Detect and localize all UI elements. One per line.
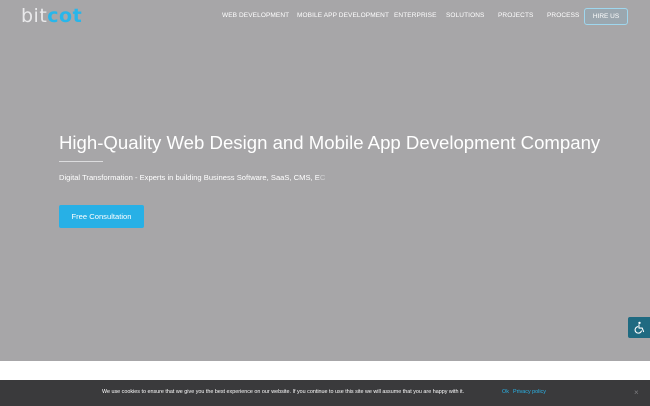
- nav-projects[interactable]: PROJECTS: [498, 12, 533, 19]
- wheelchair-icon: [634, 321, 644, 334]
- nav-web-development[interactable]: WEB DEVELOPMENT: [222, 12, 289, 19]
- close-icon[interactable]: ×: [634, 388, 639, 397]
- nav-mobile-app-development[interactable]: MOBILE APP DEVELOPMENT: [297, 12, 389, 19]
- top-navbar: bitcot WEB DEVELOPMENT MOBILE APP DEVELO…: [0, 0, 650, 34]
- subline-typing-fade: C: [319, 173, 326, 182]
- hero-headline: High-Quality Web Design and Mobile App D…: [59, 132, 601, 153]
- hero-section: bitcot WEB DEVELOPMENT MOBILE APP DEVELO…: [0, 0, 650, 361]
- nav-enterprise[interactable]: ENTERPRISE: [394, 12, 437, 19]
- cookie-consent-bar: We use cookies to ensure that we give yo…: [0, 380, 650, 406]
- cookie-ok-button[interactable]: Ok: [502, 389, 509, 395]
- cookie-message: We use cookies to ensure that we give yo…: [102, 389, 465, 395]
- bitcot-logo[interactable]: bitcot: [21, 5, 82, 27]
- accessibility-button[interactable]: [628, 317, 650, 338]
- nav-process[interactable]: PROCESS: [547, 12, 580, 19]
- subline-text: Digital Transformation - Experts in buil…: [59, 173, 320, 182]
- headline-divider: [59, 161, 103, 162]
- nav-solutions[interactable]: SOLUTIONS: [446, 12, 484, 19]
- privacy-policy-link[interactable]: Privacy policy: [513, 389, 546, 395]
- logo-prefix: bit: [21, 5, 48, 27]
- free-consultation-button[interactable]: Free Consultation: [59, 205, 144, 228]
- hero-subline: Digital Transformation - Experts in buil…: [59, 173, 325, 182]
- logo-suffix: cot: [47, 5, 83, 27]
- hire-us-button[interactable]: HIRE US: [584, 8, 628, 25]
